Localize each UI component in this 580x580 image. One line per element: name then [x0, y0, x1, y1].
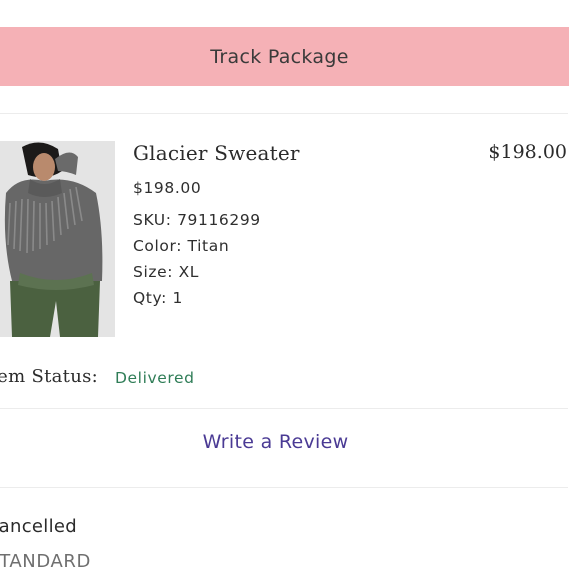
item-status-value: Delivered	[115, 369, 195, 387]
product-photo-icon	[0, 141, 115, 337]
track-package-button[interactable]: Track Package	[0, 27, 569, 86]
write-review-link[interactable]: Write a Review	[0, 431, 551, 453]
divider	[0, 408, 568, 409]
product-total-price: $198.00	[488, 141, 567, 163]
next-item-shipping-method: STANDARD	[0, 551, 91, 572]
divider	[0, 113, 568, 114]
product-image[interactable]	[0, 141, 115, 337]
product-qty: Qty: 1	[133, 289, 183, 307]
product-sku: SKU: 79116299	[133, 211, 261, 229]
next-item-status: Cancelled	[0, 516, 77, 537]
product-color: Color: Titan	[133, 237, 230, 255]
product-name[interactable]: Glacier Sweater	[133, 141, 300, 165]
order-details-page: Track Package Glacier Sweater $198.00 $1…	[0, 0, 580, 580]
item-status-label: Item Status:	[0, 366, 98, 387]
divider	[0, 487, 568, 488]
product-unit-price: $198.00	[133, 179, 202, 197]
product-size: Size: XL	[133, 263, 200, 281]
